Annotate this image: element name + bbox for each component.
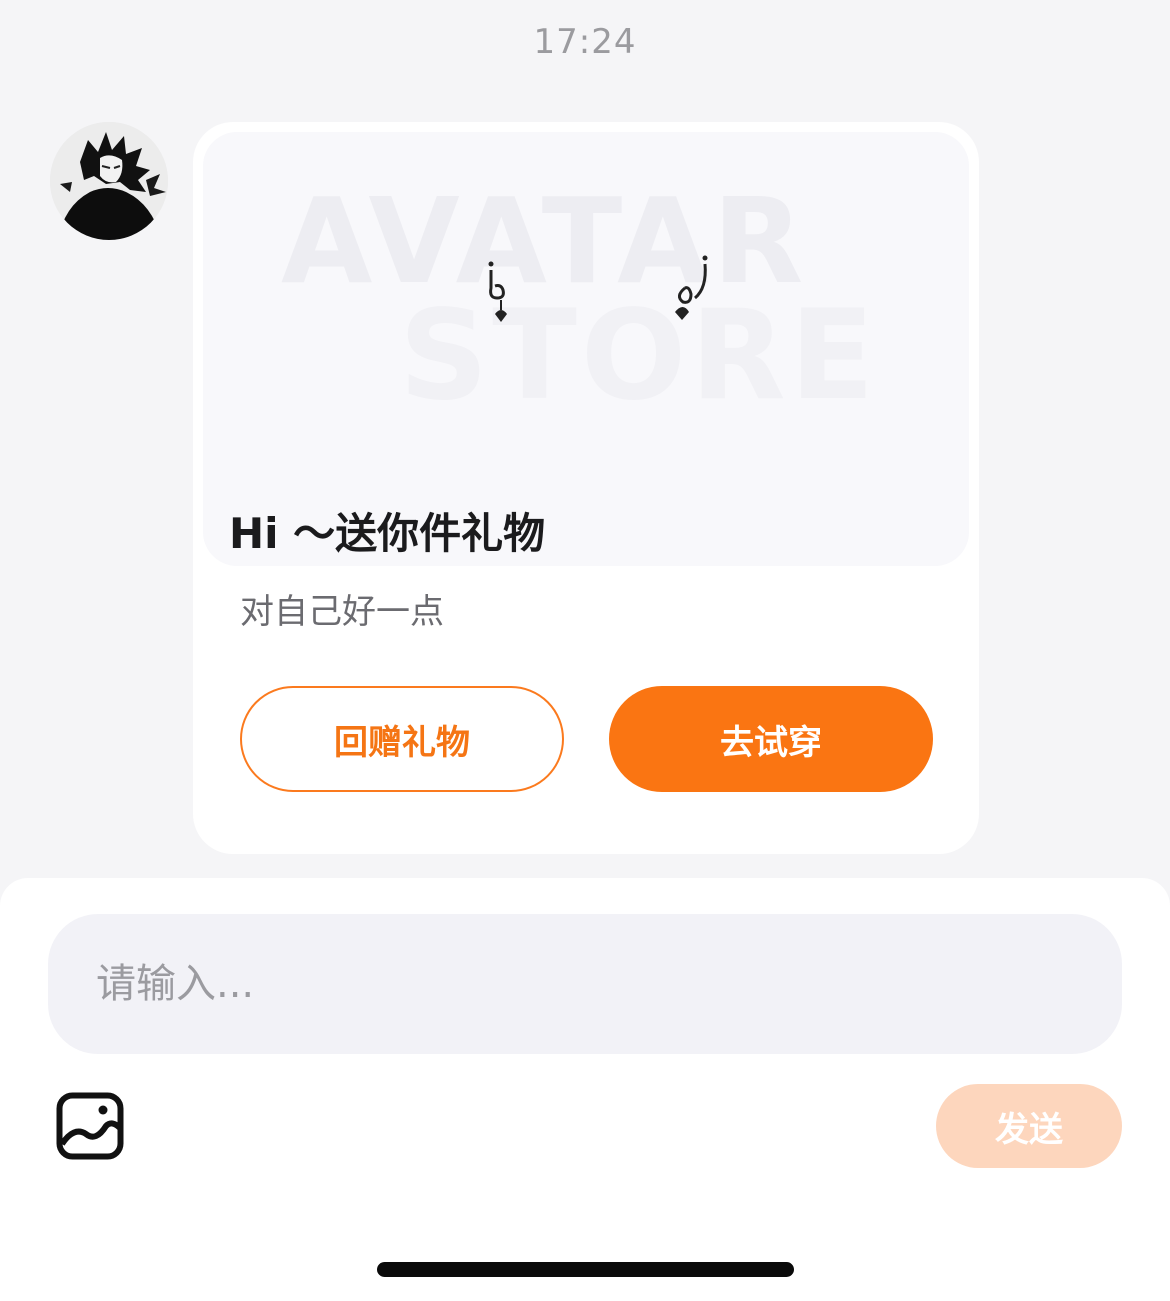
gift-card-subtitle: 对自己好一点: [240, 592, 444, 632]
message-timestamp: 17:24: [533, 22, 637, 62]
watermark-text: AVATAR: [281, 172, 808, 310]
image-picker-button[interactable]: [56, 1092, 124, 1160]
try-on-button[interactable]: 去试穿: [609, 686, 933, 792]
image-icon: [56, 1092, 124, 1160]
avatar-image: [50, 122, 168, 240]
earring-left-icon: [488, 261, 507, 322]
gift-message-card: AVATAR STORE Hi ～送你件礼物 对自己好一点 回赠礼物 去试穿: [193, 122, 979, 854]
send-button[interactable]: 发送: [936, 1084, 1122, 1168]
sender-avatar[interactable]: [50, 122, 168, 240]
message-input[interactable]: [48, 914, 1122, 1054]
gift-card-title: Hi ～送你件礼物: [229, 509, 546, 558]
return-gift-button[interactable]: 回赠礼物: [240, 686, 564, 792]
home-indicator[interactable]: [377, 1262, 794, 1277]
message-composer: 发送: [0, 878, 1170, 1301]
watermark-text: STORE: [399, 284, 879, 428]
earring-right-icon: [675, 255, 708, 320]
